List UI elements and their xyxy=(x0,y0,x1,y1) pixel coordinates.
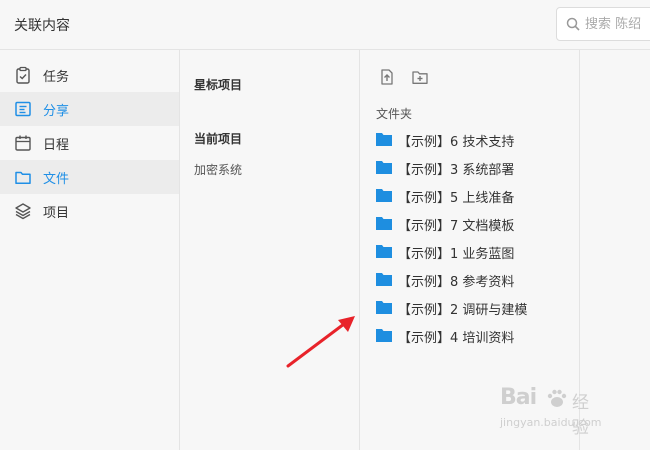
folder-section-label: 文件夹 xyxy=(376,107,413,121)
folder-item[interactable]: 【示例】1 业务蓝图 xyxy=(376,241,576,263)
folder-name: 【示例】5 上线准备 xyxy=(398,191,515,206)
upload-file-icon[interactable] xyxy=(378,68,396,86)
paw-icon xyxy=(547,389,567,407)
folder-icon xyxy=(376,273,392,286)
watermark-brand-2: 经验 xyxy=(572,393,589,438)
new-folder-icon[interactable] xyxy=(411,68,429,86)
folder-icon xyxy=(376,329,392,342)
folder-name: 【示例】7 文档模板 xyxy=(398,219,515,234)
layers-icon xyxy=(15,203,31,220)
folder-icon xyxy=(376,133,392,146)
folder-icon xyxy=(376,189,392,202)
sidebar-item-label: 文件 xyxy=(43,172,70,187)
search-box[interactable] xyxy=(556,7,650,41)
starred-projects-heading: 星标项目 xyxy=(194,78,243,92)
project-column: 星标项目 当前项目 加密系统 xyxy=(180,50,360,450)
folder-item[interactable]: 【示例】8 参考资料 xyxy=(376,269,576,291)
annotation-arrow xyxy=(286,316,355,368)
folder-item[interactable]: 【示例】4 培训资料 xyxy=(376,325,576,347)
folder-item[interactable]: 【示例】7 文档模板 xyxy=(376,213,576,235)
sidebar-item-schedule[interactable]: 日程 xyxy=(0,126,179,160)
sidebar-item-tasks[interactable]: 任务 xyxy=(0,58,179,92)
folder-name: 【示例】6 技术支持 xyxy=(398,135,515,150)
sidebar: 任务 分享 日程 文件 项目 xyxy=(0,50,180,450)
sidebar-item-label: 项目 xyxy=(43,206,70,221)
sidebar-item-label: 日程 xyxy=(43,138,70,153)
share-card-icon xyxy=(15,101,31,117)
dialog-header: 关联内容 xyxy=(0,0,650,50)
folder-icon xyxy=(376,217,392,230)
sidebar-item-label: 分享 xyxy=(43,104,70,119)
page-title: 关联内容 xyxy=(14,18,70,34)
sidebar-item-files[interactable]: 文件 xyxy=(0,160,179,194)
sidebar-item-label: 任务 xyxy=(43,70,70,85)
folder-name: 【示例】2 调研与建模 xyxy=(398,303,528,318)
folder-name: 【示例】8 参考资料 xyxy=(398,275,515,290)
search-input[interactable] xyxy=(585,15,650,33)
folder-item[interactable]: 【示例】6 技术支持 xyxy=(376,129,576,151)
folder-icon xyxy=(376,161,392,174)
calendar-icon xyxy=(15,135,31,151)
project-item[interactable]: 加密系统 xyxy=(194,161,242,178)
folder-outline-icon xyxy=(15,171,31,185)
folder-name: 【示例】4 培训资料 xyxy=(398,331,515,346)
clipboard-check-icon xyxy=(16,66,30,84)
search-icon xyxy=(566,17,580,31)
sidebar-item-projects[interactable]: 项目 xyxy=(0,194,179,228)
folder-name: 【示例】3 系统部署 xyxy=(398,163,515,178)
folder-name: 【示例】1 业务蓝图 xyxy=(398,247,515,262)
folder-item[interactable]: 【示例】3 系统部署 xyxy=(376,157,576,179)
watermark-url: jingyan.baidu.com xyxy=(500,416,602,429)
sidebar-item-share[interactable]: 分享 xyxy=(0,92,179,126)
folder-item[interactable]: 【示例】2 调研与建模 xyxy=(376,297,576,319)
current-projects-heading: 当前项目 xyxy=(194,132,243,146)
watermark-brand: Bai xyxy=(500,385,537,410)
folder-icon xyxy=(376,301,392,314)
folder-icon xyxy=(376,245,392,258)
folder-item[interactable]: 【示例】5 上线准备 xyxy=(376,185,576,207)
